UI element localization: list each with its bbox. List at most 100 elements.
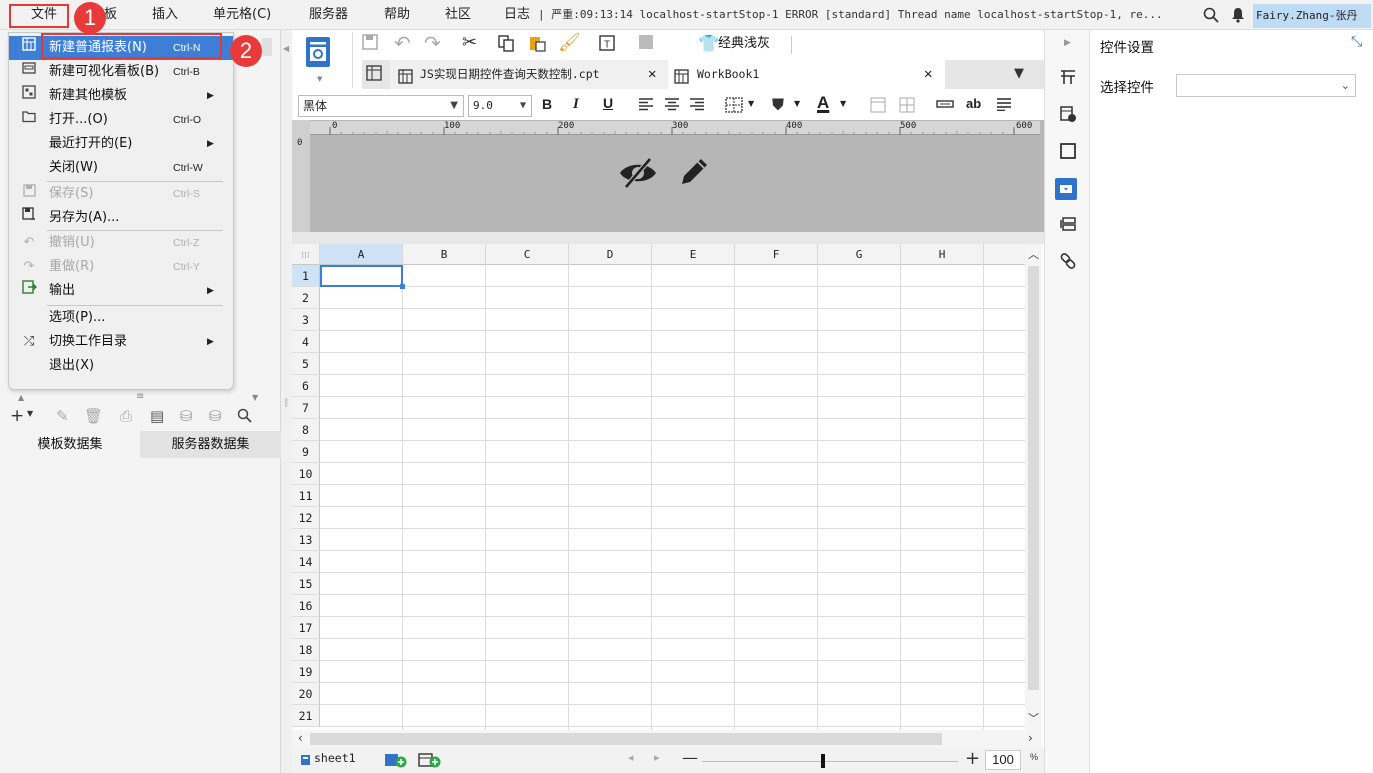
select-widget-dropdown[interactable]: ⌄ <box>1176 74 1356 97</box>
text-wrap-icon[interactable]: ab <box>966 96 981 111</box>
database-icon[interactable]: ⛁ <box>180 407 193 425</box>
chevron-down-icon[interactable]: ▼ <box>794 99 800 108</box>
edit-icon[interactable]: ✎ <box>56 407 69 425</box>
condition-attributes-icon[interactable] <box>1045 215 1090 238</box>
bold-button[interactable]: B <box>542 96 552 112</box>
column-header[interactable]: G <box>818 244 901 265</box>
collapse-left-icon[interactable]: ◀ <box>283 44 289 53</box>
font-family-select[interactable]: 黑体 ▼ <box>298 95 464 117</box>
underline-button[interactable]: U <box>603 95 613 111</box>
add-poly-sheet-icon[interactable] <box>418 752 442 772</box>
row-header[interactable]: 11 <box>292 485 320 507</box>
selected-cell[interactable] <box>320 265 403 287</box>
column-header[interactable] <box>984 244 1025 265</box>
row-header[interactable]: 14 <box>292 551 320 573</box>
row-header[interactable]: 2 <box>292 287 320 309</box>
row-header[interactable]: 17 <box>292 617 320 639</box>
zoom-out-icon[interactable]: — <box>682 748 698 767</box>
scroll-down-icon[interactable]: ﹀ <box>1028 710 1039 726</box>
row-header[interactable]: 18 <box>292 639 320 661</box>
tab-workbook1[interactable]: WorkBook1 ✕ <box>668 60 945 89</box>
preview-icon[interactable]: ⎙ <box>120 407 132 425</box>
splitter-grip-icon[interactable]: ≡ <box>136 391 144 402</box>
menu-item-export[interactable]: 输出 ▶ <box>9 279 233 303</box>
pane-splitter[interactable]: ◀ ‖ <box>281 30 292 773</box>
row-header[interactable]: 12 <box>292 507 320 529</box>
tab-js-date-control[interactable]: JS实现日期控件查询天数控制.cpt ✕ <box>390 60 668 89</box>
row-header[interactable]: 13 <box>292 529 320 551</box>
horizontal-scrollbar[interactable]: ‹ › <box>292 730 1042 748</box>
text-box-icon[interactable]: T <box>598 34 616 58</box>
menu-help[interactable]: 帮助 <box>384 0 410 30</box>
log-label[interactable]: 日志 <box>504 0 530 30</box>
menu-item-exit[interactable]: 退出(X) <box>9 354 233 378</box>
hide-eye-icon[interactable] <box>618 156 658 194</box>
user-account[interactable]: Fairy.Zhang-张丹 <box>1253 4 1371 28</box>
pane-divider[interactable] <box>292 232 1044 244</box>
splitter-down-icon[interactable]: ▼ <box>252 393 258 402</box>
menu-item-switch-workdir[interactable]: ⤮ 切换工作目录 ▶ <box>9 330 233 354</box>
menu-item-close[interactable]: 关闭(W) Ctrl-W <box>9 156 233 180</box>
tab-overflow-icon[interactable]: ▼ <box>1014 66 1024 81</box>
column-header[interactable]: B <box>403 244 486 265</box>
sheet-tab[interactable]: sheet1 <box>314 751 356 765</box>
menu-item-redo[interactable]: ↷ 重做(R) Ctrl-Y <box>9 255 233 279</box>
parameter-pane[interactable]: 0 <box>292 120 1044 232</box>
float-element-icon[interactable] <box>1045 142 1090 165</box>
menu-item-new-dashboard[interactable]: 新建可视化看板(B) Ctrl-B <box>9 60 233 84</box>
chevron-down-icon[interactable]: ▼ <box>317 75 322 83</box>
hyperlink-icon[interactable] <box>1045 252 1090 275</box>
undo-icon[interactable]: ↶ <box>394 33 411 53</box>
column-header[interactable]: A <box>320 244 403 265</box>
tab-template-dataset[interactable]: 模板数据集 <box>0 431 140 458</box>
add-sheet-icon[interactable] <box>384 752 408 772</box>
chart-icon[interactable] <box>638 34 654 56</box>
align-center-icon[interactable] <box>664 97 680 115</box>
zoom-in-icon[interactable]: + <box>965 748 980 769</box>
row-header[interactable]: 7 <box>292 397 320 419</box>
redo-icon[interactable]: ↷ <box>424 33 441 53</box>
save-icon[interactable] <box>362 34 378 56</box>
tab-server-dataset[interactable]: 服务器数据集 <box>140 431 281 458</box>
expand-right-icon[interactable]: ▶ <box>1045 38 1090 48</box>
close-icon[interactable]: ✕ <box>648 60 656 89</box>
edit-pencil-icon[interactable] <box>676 154 712 194</box>
menu-community[interactable]: 社区 <box>445 0 471 30</box>
delete-icon[interactable]: 🗑 <box>84 407 103 425</box>
select-all-icon[interactable]: ⁝⁝⁝ <box>292 244 320 265</box>
row-header[interactable]: 6 <box>292 375 320 397</box>
row-header[interactable]: 19 <box>292 661 320 683</box>
font-size-select[interactable]: 9.0 ▼ <box>468 95 532 117</box>
log-text[interactable]: | 严重:09:13:14 localhost-startStop-1 ERRO… <box>538 0 1196 30</box>
menu-item-recent[interactable]: 最近打开的(E) ▶ <box>9 132 233 156</box>
dataset-settings-icon[interactable]: ▤ <box>150 407 164 425</box>
cell-element-icon[interactable] <box>1045 105 1090 128</box>
italic-button[interactable]: I <box>573 96 579 113</box>
row-header[interactable]: 4 <box>292 331 320 353</box>
database-refresh-icon[interactable]: ⛁ <box>209 407 222 425</box>
chevron-down-icon[interactable]: ▼ <box>27 409 33 418</box>
chevron-down-icon[interactable]: ▼ <box>840 99 846 108</box>
row-header[interactable]: 20 <box>292 683 320 705</box>
column-header[interactable]: F <box>735 244 818 265</box>
format-painter-icon[interactable]: 🖌 <box>558 33 581 53</box>
menu-insert[interactable]: 插入 <box>152 0 178 30</box>
scroll-left-icon[interactable]: ‹ <box>298 731 303 745</box>
vertical-scrollbar[interactable]: ︿ ﹀ <box>1025 244 1042 730</box>
border-icon[interactable] <box>725 97 743 117</box>
copy-icon[interactable] <box>497 34 515 58</box>
menu-item-options[interactable]: 选项(P)... <box>9 306 233 330</box>
theme-button[interactable]: 经典浅灰 <box>718 34 770 54</box>
scrollbar-thumb[interactable] <box>310 733 942 745</box>
close-icon[interactable]: ✕ <box>924 60 932 89</box>
scroll-up-icon[interactable]: ︿ <box>1028 246 1039 262</box>
zoom-input[interactable]: 100 <box>985 750 1021 770</box>
line-spacing-icon[interactable] <box>996 97 1012 115</box>
add-dataset-icon[interactable]: + <box>10 406 24 426</box>
zoom-slider-track[interactable] <box>702 761 958 762</box>
row-header[interactable]: 9 <box>292 441 320 463</box>
new-template-button[interactable]: ▼ <box>304 35 338 87</box>
scrollbar-thumb[interactable] <box>1028 266 1039 690</box>
search-icon[interactable] <box>1203 7 1219 27</box>
bell-icon[interactable] <box>1231 7 1245 27</box>
